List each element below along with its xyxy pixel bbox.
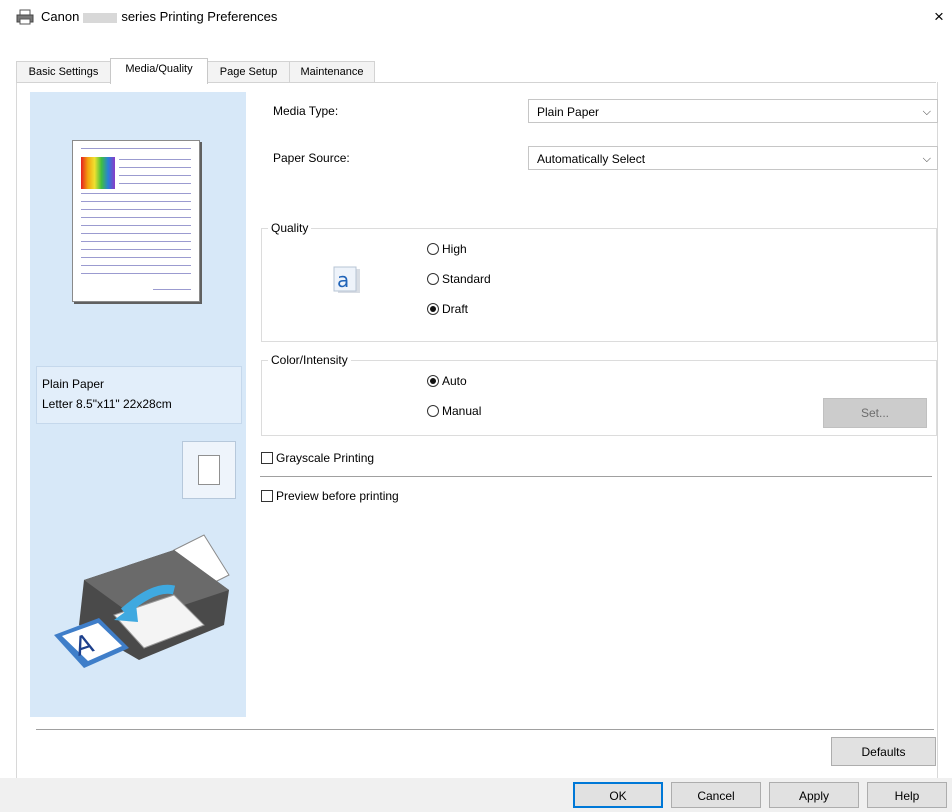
summary-media-type: Plain Paper: [42, 377, 105, 391]
media-type-value: Plain Paper: [537, 105, 600, 119]
printer-illustration: A: [54, 534, 230, 668]
color-intensity-group-title: Color/Intensity: [268, 353, 351, 367]
quality-a-icon: a: [333, 266, 360, 293]
quality-standard-radio[interactable]: Standard: [427, 272, 491, 286]
quality-group: [261, 228, 937, 342]
window-title-suffix: series Printing Preferences: [121, 9, 278, 24]
checkbox-box: [261, 490, 273, 502]
printer-app-icon: [16, 9, 34, 25]
close-icon: ×: [934, 7, 944, 26]
quality-standard-label: Standard: [442, 272, 491, 286]
quality-high-label: High: [442, 242, 467, 256]
separator: [260, 476, 932, 477]
tab-page-setup[interactable]: Page Setup: [207, 61, 290, 83]
paper-source-label: Paper Source:: [273, 151, 350, 165]
window-title: Canon series Printing Preferences: [41, 9, 277, 24]
orientation-preview: [182, 441, 236, 499]
apply-button[interactable]: Apply: [769, 782, 859, 808]
settings-summary-box: [36, 366, 242, 424]
cancel-button[interactable]: Cancel: [671, 782, 761, 808]
tab-basic-settings[interactable]: Basic Settings: [16, 61, 111, 83]
preview-before-printing-label: Preview before printing: [276, 489, 399, 503]
color-sample-block: [81, 157, 115, 189]
paper-source-value: Automatically Select: [537, 152, 646, 166]
help-button[interactable]: Help: [867, 782, 947, 808]
set-button[interactable]: Set...: [823, 398, 927, 428]
tab-media-quality[interactable]: Media/Quality: [110, 58, 208, 84]
quality-draft-label: Draft: [442, 302, 469, 316]
chevron-down-icon: ⌵: [922, 153, 931, 165]
svg-text:a: a: [337, 268, 349, 292]
page-preview-image: [72, 140, 200, 302]
color-auto-label: Auto: [442, 374, 467, 388]
bottom-separator: [36, 729, 934, 730]
tab-maintenance[interactable]: Maintenance: [289, 61, 375, 83]
window-title-prefix: Canon: [41, 9, 80, 24]
radio-indicator: [427, 405, 439, 417]
checkbox-box: [261, 452, 273, 464]
close-button[interactable]: ×: [928, 6, 950, 28]
defaults-button[interactable]: Defaults: [831, 737, 936, 766]
color-manual-radio[interactable]: Manual: [427, 404, 481, 418]
redacted-model-name: [83, 12, 118, 23]
paper-source-select[interactable]: Automatically Select ⌵: [528, 146, 938, 170]
color-auto-radio[interactable]: Auto: [427, 374, 467, 388]
grayscale-printing-label: Grayscale Printing: [276, 451, 375, 465]
quality-group-title: Quality: [268, 221, 312, 235]
radio-indicator: [427, 243, 439, 255]
ok-button[interactable]: OK: [573, 782, 663, 808]
media-type-select[interactable]: Plain Paper ⌵: [528, 99, 938, 123]
portrait-sheet-icon: [198, 455, 220, 485]
color-manual-label: Manual: [442, 404, 482, 418]
quality-draft-radio[interactable]: Draft: [427, 302, 468, 316]
radio-indicator: [427, 375, 439, 387]
chevron-down-icon: ⌵: [922, 106, 931, 118]
preview-before-printing-checkbox[interactable]: Preview before printing: [261, 489, 399, 503]
radio-indicator: [427, 273, 439, 285]
summary-paper-size: Letter 8.5"x11" 22x28cm: [42, 397, 172, 411]
media-type-label: Media Type:: [273, 104, 339, 118]
radio-indicator: [427, 303, 439, 315]
quality-high-radio[interactable]: High: [427, 242, 467, 256]
grayscale-printing-checkbox[interactable]: Grayscale Printing: [261, 451, 374, 465]
